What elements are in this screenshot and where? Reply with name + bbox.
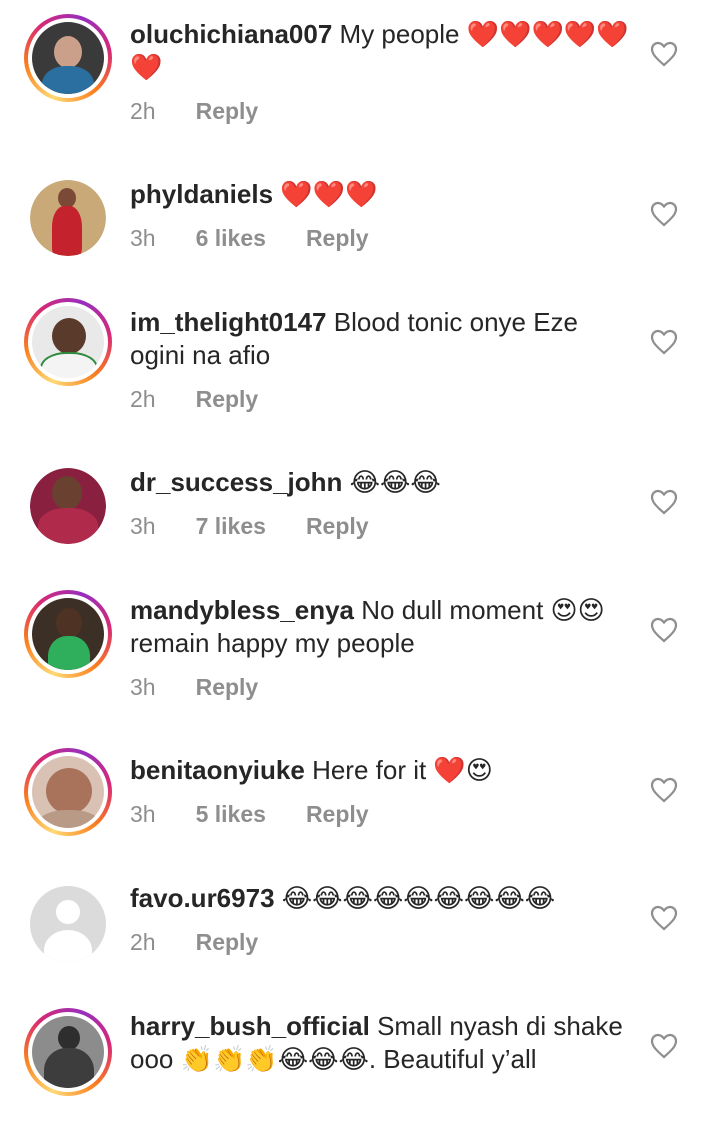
comment-meta: 3h 6 likes Reply [130, 225, 369, 252]
reply-button[interactable]: Reply [196, 674, 259, 701]
heart-outline-icon[interactable] [650, 617, 678, 643]
comment-text: mandybless_enya No dull moment 😍😍 remain… [130, 594, 630, 660]
avatar[interactable] [30, 180, 106, 256]
person-silhouette-icon [56, 900, 80, 924]
comment-time: 2h [130, 929, 156, 955]
comment-text: phyldaniels ❤️❤️❤️ [130, 178, 630, 211]
likes-count[interactable]: 7 likes [196, 513, 266, 540]
avatar [32, 1016, 104, 1088]
reply-button[interactable]: Reply [196, 929, 259, 956]
avatar [32, 306, 104, 378]
comment-body: 😂😂😂😂😂😂😂😂😂 [281, 883, 556, 913]
avatar-story-ring[interactable] [24, 1008, 112, 1096]
comment-text: favo.ur6973 😂😂😂😂😂😂😂😂😂 [130, 882, 630, 915]
comment-meta: 3h 5 likes Reply [130, 801, 369, 828]
heart-outline-icon[interactable] [650, 41, 678, 67]
comment-time: 3h [130, 513, 156, 539]
comment-text: harry_bush_official Small nyash di shake… [130, 1010, 630, 1076]
comment-time: 2h [130, 386, 156, 412]
avatar-story-ring[interactable] [24, 14, 112, 102]
comment-meta: 3h Reply [130, 674, 258, 701]
avatar [32, 22, 104, 94]
avatar [32, 756, 104, 828]
comment-time: 2h [130, 98, 156, 124]
reply-button[interactable]: Reply [306, 225, 369, 252]
avatar[interactable] [30, 468, 106, 544]
comment-meta: 2h Reply [130, 386, 258, 413]
likes-count[interactable]: 5 likes [196, 801, 266, 828]
comment-body: Here for it ❤️😍 [312, 755, 493, 785]
comment-time: 3h [130, 674, 156, 700]
comment-body: ❤️❤️❤️ [280, 179, 378, 209]
heart-outline-icon[interactable] [650, 201, 678, 227]
heart-outline-icon[interactable] [650, 777, 678, 803]
heart-outline-icon[interactable] [650, 1033, 678, 1059]
default-avatar[interactable] [30, 886, 106, 962]
heart-outline-icon[interactable] [650, 905, 678, 931]
comment-time: 3h [130, 801, 156, 827]
comment-username[interactable]: im_thelight0147 [130, 307, 327, 337]
reply-button[interactable]: Reply [196, 98, 259, 125]
comment-meta: 2h Reply [130, 929, 258, 956]
comment-username[interactable]: mandybless_enya [130, 595, 354, 625]
comment-text: oluchichiana007 My people ❤️❤️❤️❤️❤️❤️ [130, 18, 630, 84]
reply-button[interactable]: Reply [306, 513, 369, 540]
comment-username[interactable]: harry_bush_official [130, 1011, 370, 1041]
comment-username[interactable]: phyldaniels [130, 179, 273, 209]
comment-time: 3h [130, 225, 156, 251]
comment-username[interactable]: benitaonyiuke [130, 755, 305, 785]
comment-meta: 2h Reply [130, 98, 258, 125]
comment-username[interactable]: favo.ur6973 [130, 883, 275, 913]
comment-username[interactable]: dr_success_john [130, 467, 342, 497]
avatar-story-ring[interactable] [24, 298, 112, 386]
comment-meta: 3h 7 likes Reply [130, 513, 369, 540]
heart-outline-icon[interactable] [650, 329, 678, 355]
reply-button[interactable]: Reply [306, 801, 369, 828]
comment-username[interactable]: oluchichiana007 [130, 19, 332, 49]
avatar-story-ring[interactable] [24, 748, 112, 836]
reply-button[interactable]: Reply [196, 386, 259, 413]
avatar [32, 598, 104, 670]
avatar-story-ring[interactable] [24, 590, 112, 678]
comment-body: 😂😂😂 [349, 467, 441, 497]
comment-text: benitaonyiuke Here for it ❤️😍 [130, 754, 630, 787]
likes-count[interactable]: 6 likes [196, 225, 266, 252]
heart-outline-icon[interactable] [650, 489, 678, 515]
comment-text: dr_success_john 😂😂😂 [130, 466, 630, 499]
comment-text: im_thelight0147 Blood tonic onye Eze ogi… [130, 306, 630, 372]
